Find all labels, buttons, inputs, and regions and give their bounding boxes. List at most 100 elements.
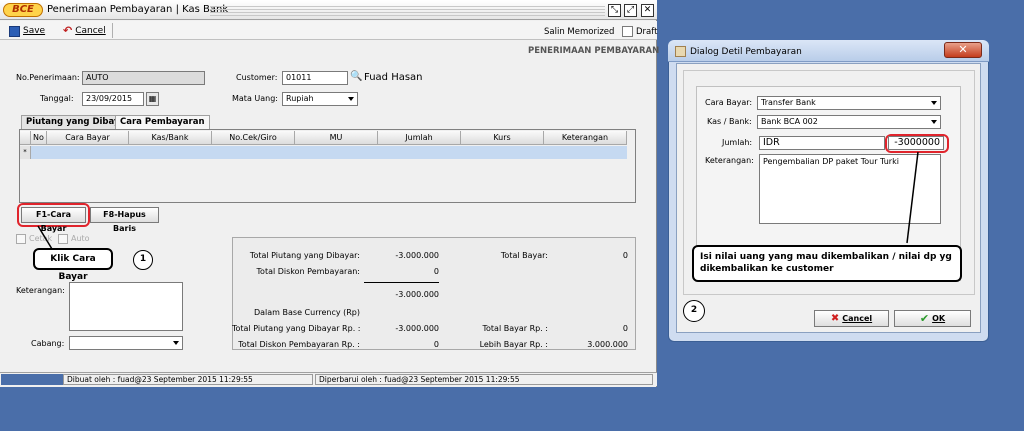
cancel-x-icon: ✖ [830, 313, 840, 324]
toolbar-divider [112, 23, 113, 38]
chevron-down-icon [348, 97, 354, 101]
dlg-kas-bank-select[interactable]: Bank BCA 002 [757, 115, 941, 129]
mata-uang-value: Rupiah [286, 94, 314, 103]
column-header[interactable]: No.Cek/Giro [212, 131, 295, 145]
save-button[interactable]: Save [9, 24, 45, 38]
dlg-cara-bayar-label: Cara Bayar: [705, 98, 753, 107]
tab-cara-pembayaran-label: Cara Pembayaran [120, 117, 205, 127]
dlg-cancel-button[interactable]: ✖ Cancel [814, 310, 889, 327]
dlg-jumlah-field[interactable]: -3000000 [888, 136, 944, 150]
tanggal-label: Tanggal: [40, 94, 74, 103]
draft-checkbox[interactable] [622, 26, 633, 37]
total-piutang-label: Total Piutang yang Dibayar: [249, 251, 360, 260]
dialog-app-icon [675, 46, 686, 57]
chevron-down-icon [173, 341, 179, 345]
subtotal-divider [364, 282, 439, 283]
cara-bayar-button[interactable]: F1-Cara Bayar [21, 207, 86, 233]
dialog-title: Dialog Detil Pembayaran [690, 47, 802, 57]
status-progress [1, 374, 63, 385]
save-label: Save [23, 26, 46, 36]
callout-klik-cara-bayar: Klik Cara Bayar [33, 248, 113, 282]
column-header[interactable]: Kas/Bank [129, 131, 212, 145]
payment-grid: No Cara Bayar Kas/Bank No.Cek/Giro MU Ju… [19, 129, 636, 203]
column-header[interactable]: Keterangan [544, 131, 627, 145]
column-header[interactable]: Cara Bayar [47, 131, 129, 145]
tanggal-field[interactable]: 23/09/2015 [82, 92, 144, 106]
cetak-checkbox[interactable] [16, 234, 26, 244]
dlg-keterangan-label: Keterangan: [705, 156, 754, 165]
chevron-down-icon [931, 120, 937, 124]
dlg-currency-field[interactable]: IDR [759, 136, 885, 150]
dlg-kas-bank-label: Kas / Bank: [707, 117, 752, 126]
no-penerimaan-label: No.Penerimaan: [16, 73, 80, 82]
window-title: Penerimaan Pembayaran | Kas Bank [47, 4, 229, 15]
total-piutang-rp-value: -3.000.000 [395, 324, 439, 333]
lebih-bayar-value: 3.000.000 [587, 340, 628, 349]
cancel-label: Cancel [75, 26, 106, 36]
total-bayar-rp-label: Total Bayar Rp. : [482, 324, 548, 333]
cancel-button[interactable]: ↶ Cancel [63, 24, 106, 38]
hapus-baris-button[interactable]: F8-Hapus Baris [90, 207, 159, 233]
grid-corner [20, 131, 31, 145]
connector-line [906, 151, 919, 244]
status-dibuat: Dibuat oleh : fuad@23 September 2015 11:… [63, 374, 313, 385]
auto-label: Auto [71, 234, 90, 243]
restore-icon[interactable]: ⤡ [608, 4, 621, 17]
total-diskon-rp-value: 0 [433, 340, 439, 349]
total-bayar-rp-value: 0 [622, 324, 628, 333]
dlg-cara-bayar-value: Transfer Bank [761, 98, 816, 107]
keterangan-textarea[interactable] [69, 282, 183, 331]
chevron-down-icon [931, 101, 937, 105]
subtotal-value: -3.000.000 [395, 290, 439, 299]
column-header[interactable]: Kurs [461, 131, 544, 145]
keterangan-label: Keterangan: [16, 286, 65, 295]
status-diperbarui: Diperbarui oleh : fuad@23 September 2015… [315, 374, 653, 385]
dialog-close-button[interactable]: ✕ [944, 42, 982, 58]
checkmark-icon: ✔ [919, 312, 930, 325]
dlg-ok-label: OK [932, 314, 946, 323]
total-piutang-value: -3.000.000 [395, 251, 439, 260]
total-diskon-value: 0 [433, 267, 439, 276]
step-circle-2: 2 [683, 300, 705, 322]
connector-line [37, 225, 53, 250]
tab-piutang-label: Piutang yang Dibayar [26, 117, 130, 127]
lebih-bayar-label: Lebih Bayar Rp. : [479, 340, 548, 349]
dlg-kas-bank-value: Bank BCA 002 [761, 117, 818, 126]
dlg-keterangan-value: Pengembalian DP paket Tour Turki [763, 157, 899, 166]
table-row[interactable] [31, 146, 627, 159]
customer-code-field[interactable]: 01011 [282, 71, 348, 85]
dlg-jumlah-label: Jumlah: [722, 138, 753, 147]
close-icon[interactable]: ✕ [641, 4, 654, 17]
dlg-cancel-label: Cancel [842, 314, 873, 323]
mata-uang-select[interactable]: Rupiah [282, 92, 358, 106]
no-penerimaan-field[interactable]: AUTO [82, 71, 205, 85]
search-icon[interactable]: 🔍 [350, 71, 363, 84]
total-diskon-label: Total Diskon Pembayaran: [256, 267, 360, 276]
total-diskon-rp-label: Total Diskon Pembayaran Rp. : [238, 340, 360, 349]
save-icon [9, 25, 20, 37]
cabang-label: Cabang: [31, 339, 65, 348]
mata-uang-label: Mata Uang: [232, 94, 278, 103]
tab-cara-pembayaran[interactable]: Cara Pembayaran [115, 115, 210, 129]
callout-isi-nilai: Isi nilai uang yang mau dikembalikan / n… [692, 245, 962, 282]
step-circle-1: 1 [133, 250, 153, 270]
cabang-select[interactable] [69, 336, 183, 350]
maximize-icon[interactable]: ⤢ [624, 4, 637, 17]
dlg-cara-bayar-select[interactable]: Transfer Bank [757, 96, 941, 110]
column-header[interactable]: Jumlah [378, 131, 461, 145]
column-header[interactable]: No [31, 131, 47, 145]
row-marker: * [20, 146, 31, 159]
total-bayar-label: Total Bayar: [500, 251, 548, 260]
draft-label: Draft [636, 27, 658, 37]
customer-label: Customer: [236, 73, 278, 82]
total-piutang-rp-label: Total Piutang yang Dibayar Rp. : [232, 324, 361, 333]
column-header[interactable]: MU [295, 131, 378, 145]
salin-memorized-button[interactable]: Salin Memorized [544, 27, 614, 37]
calendar-icon[interactable]: ▦ [146, 92, 159, 106]
total-bayar-value: 0 [622, 251, 628, 260]
cancel-icon: ↶ [63, 24, 73, 37]
dlg-ok-button[interactable]: ✔ OK [894, 310, 971, 327]
customer-name: Fuad Hasan [364, 72, 423, 83]
titlebar-stripes [210, 4, 605, 16]
section-title: PENERIMAAN PEMBAYARAN [528, 46, 660, 56]
